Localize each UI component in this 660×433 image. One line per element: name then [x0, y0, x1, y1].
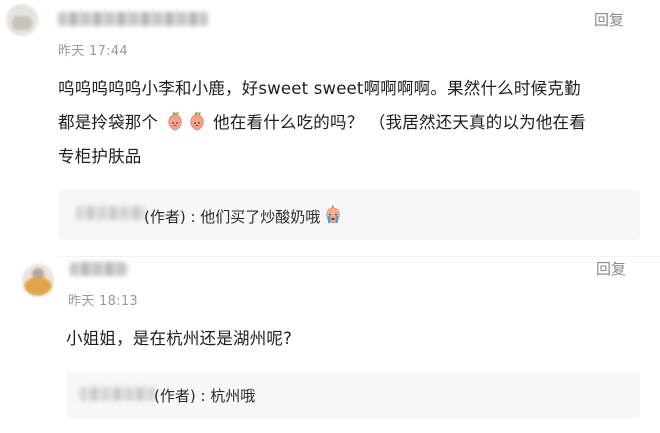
author-name-blurred[interactable] — [76, 206, 146, 220]
author-tag: (作者) : — [154, 387, 211, 405]
comment-time: 昨天 18:13 — [68, 294, 138, 309]
comment-line-2: 都是拎袋那个 他在看什么吃的吗？ （我居然还天真的以为他在看 — [58, 106, 648, 140]
commenter-name-blurred[interactable] — [58, 12, 208, 26]
reply-button[interactable]: 回复 — [596, 258, 626, 279]
divider — [58, 256, 660, 257]
commenter-avatar[interactable] — [22, 264, 54, 296]
author-reply-content: (作者) : 杭州哦 — [154, 385, 255, 406]
peach-face-icon — [165, 109, 185, 131]
crying-face-icon — [323, 205, 343, 225]
author-name-blurred[interactable] — [80, 387, 156, 401]
peach-face-icon — [187, 109, 207, 131]
author-reply-box: (作者) : 他们买了炒酸奶哦 — [58, 190, 640, 240]
reply-button[interactable]: 回复 — [594, 9, 624, 30]
author-reply-text: 他们买了炒酸奶哦 — [200, 208, 321, 226]
comment-time: 昨天 17:44 — [58, 44, 128, 59]
author-reply-box: (作者) : 杭州哦 — [66, 372, 640, 418]
author-tag: (作者) : — [144, 208, 201, 226]
comment-line-3: 专柜护肤品 — [58, 147, 142, 166]
comment-text: 小姐姐，是在杭州还是湖州呢? — [66, 329, 293, 348]
author-reply-content: (作者) : 他们买了炒酸奶哦 — [144, 205, 344, 227]
author-reply-text: 杭州哦 — [210, 387, 256, 405]
commenter-name-blurred[interactable] — [70, 262, 128, 276]
comment-text: 呜呜呜呜呜小李和小鹿，好sweet sweet啊啊啊啊。果然什么时候克勤 都是拎… — [58, 72, 648, 174]
comment-line-1: 呜呜呜呜呜小李和小鹿，好sweet sweet啊啊啊啊。果然什么时候克勤 — [58, 79, 581, 98]
commenter-avatar[interactable] — [6, 4, 38, 36]
